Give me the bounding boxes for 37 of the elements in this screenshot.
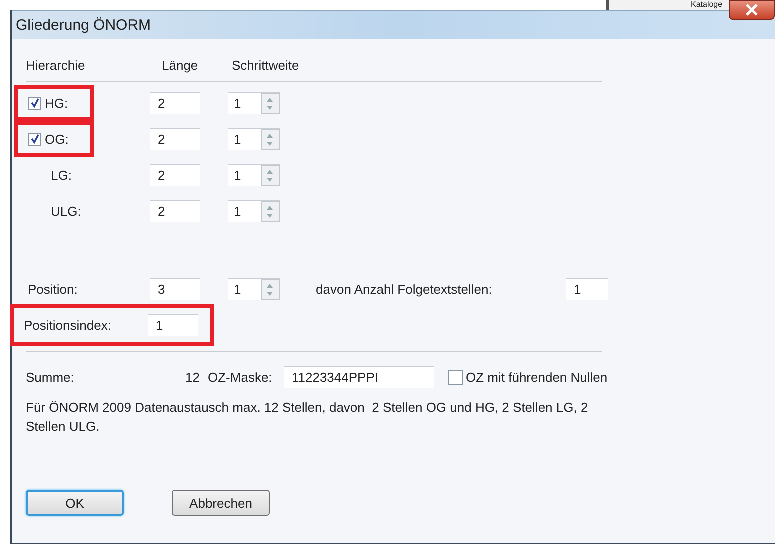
step-spinner[interactable]: 1 (228, 92, 280, 114)
sum-value: 12 (184, 370, 200, 384)
column-header: Schrittweite (232, 58, 300, 72)
step-spinner[interactable]: 1 (228, 164, 280, 186)
step-spinner[interactable]: 1 (228, 128, 280, 150)
checkbox[interactable] (28, 96, 41, 110)
step-spinner[interactable]: 1 (228, 200, 280, 222)
ok-button[interactable]: OK (26, 490, 124, 516)
column-header: Länge (162, 58, 200, 72)
mask-field[interactable]: 11223344PPPI (284, 366, 434, 388)
length-field[interactable]: 2 (150, 92, 200, 114)
checkbox[interactable] (448, 370, 463, 384)
close-icon (745, 4, 759, 16)
position-label: Position: (28, 282, 78, 296)
close-button[interactable] (729, 0, 775, 20)
length-field[interactable]: 3 (150, 278, 200, 300)
position-index-label: Positionsindex: (24, 318, 112, 332)
mask-label: OZ-Maske: (208, 370, 274, 384)
checkbox-label: OZ mit führenden Nullen (466, 370, 608, 384)
level-label: HG: (45, 96, 68, 110)
length-field[interactable]: 2 (150, 200, 200, 222)
checkbox[interactable] (28, 132, 41, 146)
followup-field[interactable]: 1 (566, 278, 608, 300)
column-header: Hierarchie (26, 58, 86, 72)
tree-item[interactable]: Kataloge (691, 0, 723, 10)
sum-label: Summe: (26, 370, 76, 384)
length-field[interactable]: 2 (150, 164, 200, 186)
position-index-field[interactable]: 1 (148, 314, 198, 336)
length-field[interactable]: 2 (150, 128, 200, 150)
window-title: Gliederung ÖNORM (15, 16, 152, 34)
step-spinner[interactable]: 1 (228, 278, 280, 300)
level-label: OG: (45, 132, 69, 146)
level-label: ULG: (50, 204, 82, 218)
info-text: Für ÖNORM 2009 Datenaustausch max. 12 Stellen, davon 2 Stellen OG und HG, 2 Stellen LG, 2 Stellen ULG. (26, 399, 590, 436)
level-label: LG: (50, 168, 72, 182)
followup-label: davon Anzahl Folgetextstellen: (316, 282, 494, 296)
cancel-button[interactable]: Abbrechen (172, 490, 270, 516)
